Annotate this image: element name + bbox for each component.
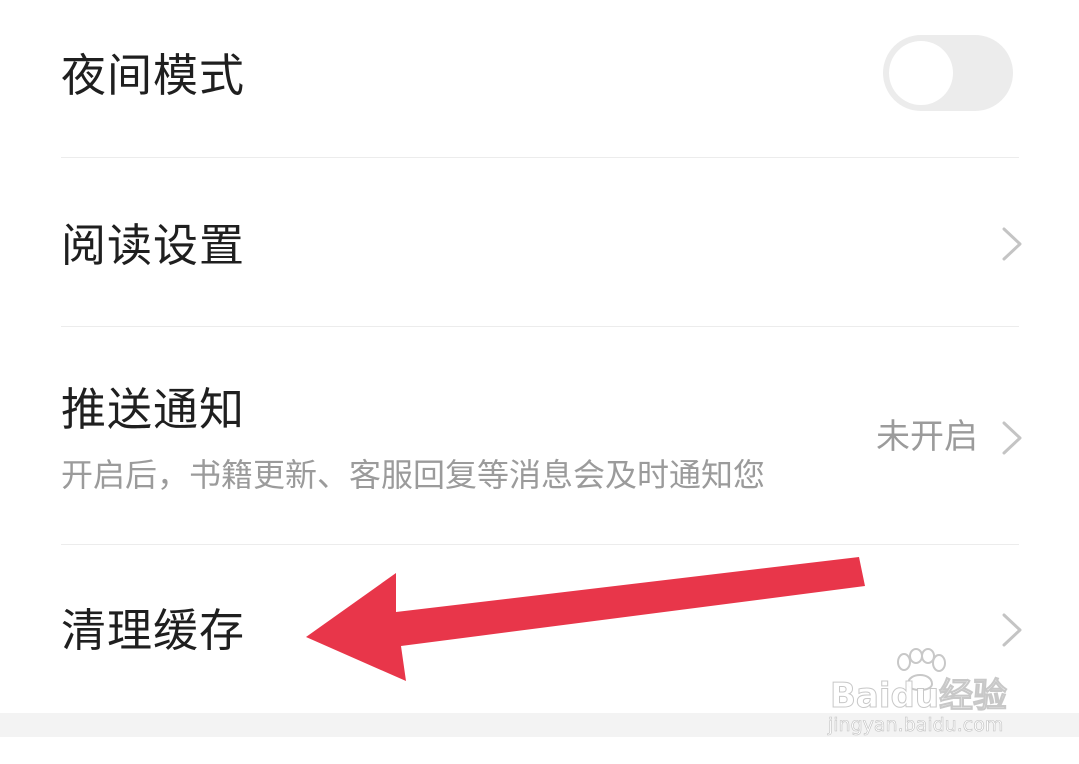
watermark-url: jingyan.baidu.com [828,714,1004,737]
night-mode-row[interactable]: 夜间模式 [0,0,1079,157]
night-mode-toggle[interactable] [883,35,1013,111]
settings-screen: 夜间模式 阅读设置 推送通知 开启后，书籍更新、客服回复等消息会及时通知您 未开… [0,0,1079,764]
reading-settings-row[interactable]: 阅读设置 [0,158,1079,326]
baidu-jingyan-watermark: Baidu经验 jingyan.baidu.com [826,648,1026,748]
clear-cache-label: 清理缓存 [61,604,246,657]
watermark-brand: Baidu经验 [829,676,1008,717]
toggle-knob [889,41,953,105]
push-notifications-label: 推送通知 [61,383,246,436]
chevron-right-icon [1002,421,1022,455]
chevron-right-icon [1002,613,1022,647]
reading-settings-label: 阅读设置 [61,219,246,272]
push-notifications-status: 未开启 [876,417,978,457]
night-mode-label: 夜间模式 [61,49,246,102]
chevron-right-icon [1002,227,1022,261]
push-notifications-description: 开启后，书籍更新、客服回复等消息会及时通知您 [61,456,766,494]
push-notifications-row[interactable]: 推送通知 开启后，书籍更新、客服回复等消息会及时通知您 未开启 [0,327,1079,544]
